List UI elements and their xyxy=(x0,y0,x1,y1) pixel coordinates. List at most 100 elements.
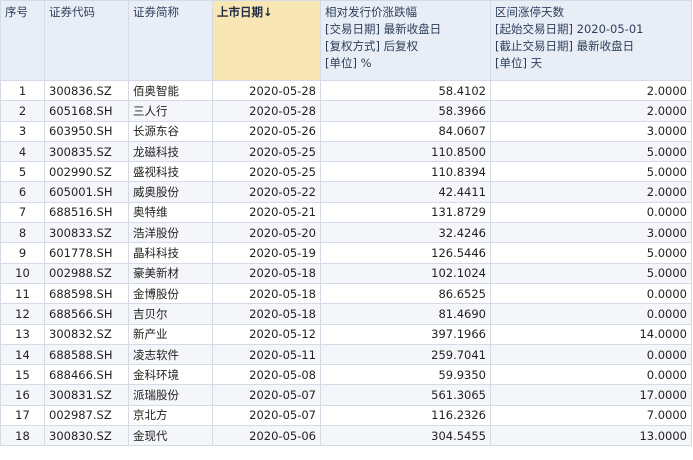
cell-list-date[interactable]: 2020-05-19 xyxy=(212,242,321,264)
cell-index[interactable]: 13 xyxy=(0,323,45,345)
cell-name[interactable]: 派瑞股份 xyxy=(128,384,213,406)
cell-code[interactable]: 688516.SH xyxy=(44,201,129,224)
cell-list-date[interactable]: 2020-05-06 xyxy=(212,425,321,447)
cell-code[interactable]: 002990.SZ xyxy=(44,161,129,183)
table-row[interactable]: 11 688598.SH 金博股份 2020-05-18 86.6525 0.0000 xyxy=(0,282,692,305)
cell-name[interactable]: 京北方 xyxy=(128,404,213,427)
cell-code[interactable]: 601778.SH xyxy=(44,242,129,264)
cell-limit-days[interactable]: 0.0000 xyxy=(490,282,692,305)
cell-name[interactable]: 盛视科技 xyxy=(128,161,213,183)
cell-limit-days[interactable]: 5.0000 xyxy=(490,161,692,183)
cell-list-date[interactable]: 2020-05-12 xyxy=(212,323,321,345)
cell-index[interactable]: 3 xyxy=(0,120,45,142)
cell-code[interactable]: 688598.SH xyxy=(44,282,129,305)
cell-index[interactable]: 5 xyxy=(0,161,45,183)
cell-limit-days[interactable]: 13.0000 xyxy=(490,425,692,447)
cell-name[interactable]: 豪美新材 xyxy=(128,262,213,284)
cell-index[interactable]: 11 xyxy=(0,282,45,305)
cell-index[interactable]: 4 xyxy=(0,140,45,163)
cell-list-date[interactable]: 2020-05-07 xyxy=(212,384,321,406)
cell-change-pct[interactable]: 84.0607 xyxy=(320,120,491,142)
cell-change-pct[interactable]: 561.3065 xyxy=(320,384,491,406)
cell-limit-days[interactable]: 0.0000 xyxy=(490,364,692,386)
cell-name[interactable]: 凌志软件 xyxy=(128,343,213,366)
cell-code[interactable]: 605001.SH xyxy=(44,181,129,203)
cell-index[interactable]: 2 xyxy=(0,100,45,122)
cell-change-pct[interactable]: 110.8500 xyxy=(320,140,491,163)
cell-code[interactable]: 300836.SZ xyxy=(44,79,129,102)
cell-name[interactable]: 威奥股份 xyxy=(128,181,213,203)
cell-limit-days[interactable]: 2.0000 xyxy=(490,181,692,203)
cell-name[interactable]: 佰奥智能 xyxy=(128,79,213,102)
table-row[interactable]: 17 002987.SZ 京北方 2020-05-07 116.2326 7.0000 xyxy=(0,404,692,427)
table-row[interactable]: 3 603950.SH 长源东谷 2020-05-26 84.0607 3.0000 xyxy=(0,120,692,142)
table-row[interactable]: 9 601778.SH 晶科科技 2020-05-19 126.5446 5.0000 xyxy=(0,242,692,264)
cell-name[interactable]: 晶科科技 xyxy=(128,242,213,264)
cell-name[interactable]: 浩洋股份 xyxy=(128,222,213,244)
cell-name[interactable]: 金现代 xyxy=(128,425,213,447)
cell-index[interactable]: 15 xyxy=(0,364,45,386)
cell-list-date[interactable]: 2020-05-21 xyxy=(212,201,321,224)
col-header-list-date-sorted[interactable]: 上市日期↓ xyxy=(212,0,321,81)
cell-index[interactable]: 18 xyxy=(0,425,45,447)
table-row[interactable]: 8 300833.SZ 浩洋股份 2020-05-20 32.4246 3.0000 xyxy=(0,222,692,244)
cell-index[interactable]: 1 xyxy=(0,79,45,102)
col-header-code[interactable]: 证券代码 xyxy=(44,0,129,81)
table-row[interactable]: 1 300836.SZ 佰奥智能 2020-05-28 58.4102 2.0000 xyxy=(0,79,692,102)
cell-index[interactable]: 14 xyxy=(0,343,45,366)
cell-code[interactable]: 688566.SH xyxy=(44,303,129,325)
cell-index[interactable]: 7 xyxy=(0,201,45,224)
cell-limit-days[interactable]: 3.0000 xyxy=(490,222,692,244)
cell-change-pct[interactable]: 304.5455 xyxy=(320,425,491,447)
cell-list-date[interactable]: 2020-05-25 xyxy=(212,161,321,183)
cell-list-date[interactable]: 2020-05-28 xyxy=(212,100,321,122)
cell-code[interactable]: 605168.SH xyxy=(44,100,129,122)
cell-change-pct[interactable]: 86.6525 xyxy=(320,282,491,305)
table-row[interactable]: 12 688566.SH 吉贝尔 2020-05-18 81.4690 0.0000 xyxy=(0,303,692,325)
cell-code[interactable]: 688588.SH xyxy=(44,343,129,366)
cell-change-pct[interactable]: 58.3966 xyxy=(320,100,491,122)
cell-limit-days[interactable]: 2.0000 xyxy=(490,100,692,122)
cell-name[interactable]: 金科环境 xyxy=(128,364,213,386)
cell-list-date[interactable]: 2020-05-11 xyxy=(212,343,321,366)
cell-code[interactable]: 300831.SZ xyxy=(44,384,129,406)
cell-code[interactable]: 300835.SZ xyxy=(44,140,129,163)
cell-limit-days[interactable]: 0.0000 xyxy=(490,201,692,224)
table-row[interactable]: 18 300830.SZ 金现代 2020-05-06 304.5455 13.0000 xyxy=(0,425,692,447)
col-header-index[interactable]: 序号 xyxy=(0,0,45,81)
cell-list-date[interactable]: 2020-05-18 xyxy=(212,303,321,325)
cell-name[interactable]: 新产业 xyxy=(128,323,213,345)
cell-index[interactable]: 6 xyxy=(0,181,45,203)
cell-limit-days[interactable]: 5.0000 xyxy=(490,262,692,284)
cell-code[interactable]: 300833.SZ xyxy=(44,222,129,244)
cell-name[interactable]: 长源东谷 xyxy=(128,120,213,142)
cell-limit-days[interactable]: 5.0000 xyxy=(490,140,692,163)
cell-change-pct[interactable]: 81.4690 xyxy=(320,303,491,325)
cell-change-pct[interactable]: 59.9350 xyxy=(320,364,491,386)
cell-index[interactable]: 17 xyxy=(0,404,45,427)
cell-name[interactable]: 吉贝尔 xyxy=(128,303,213,325)
table-row[interactable]: 6 605001.SH 威奥股份 2020-05-22 42.4411 2.0000 xyxy=(0,181,692,203)
table-row[interactable]: 16 300831.SZ 派瑞股份 2020-05-07 561.3065 17.0000 xyxy=(0,384,692,406)
cell-name[interactable]: 金博股份 xyxy=(128,282,213,305)
cell-list-date[interactable]: 2020-05-26 xyxy=(212,120,321,142)
cell-list-date[interactable]: 2020-05-07 xyxy=(212,404,321,427)
cell-code[interactable]: 603950.SH xyxy=(44,120,129,142)
cell-index[interactable]: 10 xyxy=(0,262,45,284)
cell-name[interactable]: 三人行 xyxy=(128,100,213,122)
cell-limit-days[interactable]: 0.0000 xyxy=(490,343,692,366)
cell-limit-days[interactable]: 3.0000 xyxy=(490,120,692,142)
table-row[interactable]: 13 300832.SZ 新产业 2020-05-12 397.1966 14.0000 xyxy=(0,323,692,345)
table-row[interactable]: 15 688466.SH 金科环境 2020-05-08 59.9350 0.0000 xyxy=(0,364,692,386)
cell-index[interactable]: 9 xyxy=(0,242,45,264)
cell-limit-days[interactable]: 2.0000 xyxy=(490,79,692,102)
cell-code[interactable]: 002987.SZ xyxy=(44,404,129,427)
table-row[interactable]: 10 002988.SZ 豪美新材 2020-05-18 102.1024 5.0000 xyxy=(0,262,692,284)
cell-change-pct[interactable]: 102.1024 xyxy=(320,262,491,284)
cell-code[interactable]: 300830.SZ xyxy=(44,425,129,447)
cell-list-date[interactable]: 2020-05-28 xyxy=(212,79,321,102)
table-row[interactable]: 2 605168.SH 三人行 2020-05-28 58.3966 2.0000 xyxy=(0,100,692,122)
cell-change-pct[interactable]: 110.8394 xyxy=(320,161,491,183)
cell-index[interactable]: 8 xyxy=(0,222,45,244)
cell-name[interactable]: 奥特维 xyxy=(128,201,213,224)
